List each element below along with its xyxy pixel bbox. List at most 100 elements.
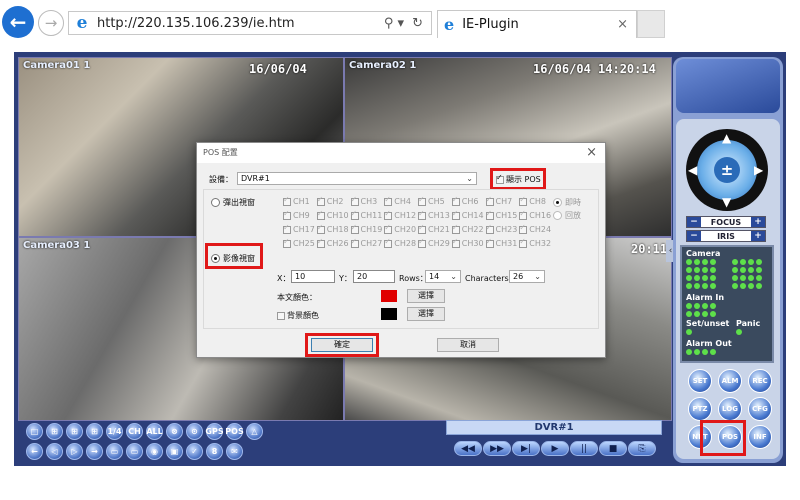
channel-checkbox[interactable]: CH24 xyxy=(519,223,553,234)
function-button[interactable]: REC xyxy=(748,369,772,393)
channel-checkbox[interactable]: CH1 xyxy=(283,195,317,206)
function-button[interactable]: ALM xyxy=(718,369,742,393)
y-input[interactable]: 20 xyxy=(353,270,395,283)
focus-minus-button[interactable]: − xyxy=(687,217,701,227)
channel-checkbox[interactable]: CH16 xyxy=(519,209,553,220)
channel-checkbox[interactable]: CH22 xyxy=(451,223,486,234)
channel-checkbox[interactable]: CH2 xyxy=(316,195,351,206)
text-color-select-button[interactable]: 選擇 xyxy=(407,289,445,303)
left-arrow-icon[interactable]: ◀ xyxy=(688,163,697,177)
function-button[interactable]: LOG xyxy=(718,397,742,421)
channel-checkbox[interactable]: CH21 xyxy=(418,223,452,234)
iris-control[interactable]: − IRIS + xyxy=(686,230,766,242)
channel-checkbox[interactable]: CH23 xyxy=(485,223,520,234)
toolbar-button[interactable]: → xyxy=(86,443,103,460)
toolbar-button[interactable]: ✓ xyxy=(186,443,203,460)
channel-checkbox[interactable]: CH28 xyxy=(384,237,418,248)
toolbar-button[interactable]: ⊙ xyxy=(186,423,203,440)
channel-checkbox[interactable]: CH27 xyxy=(350,237,385,248)
bg-color-select-button[interactable]: 選擇 xyxy=(407,307,445,321)
ptz-joystick[interactable]: ▲ ▼ ◀ ▶ ± xyxy=(686,129,768,211)
characters-select[interactable]: 26 ⌄ xyxy=(509,270,545,283)
channel-checkbox[interactable]: CH30 xyxy=(451,237,486,248)
toolbar-button[interactable]: ⊞ xyxy=(66,423,83,440)
tab-close-icon[interactable]: × xyxy=(617,17,628,32)
toolbar-button[interactable]: ▭ xyxy=(106,443,123,460)
show-pos-checkbox[interactable]: 顯示 POS xyxy=(496,173,541,185)
toolbar-button[interactable]: ▷ xyxy=(66,443,83,460)
iris-plus-button[interactable]: + xyxy=(751,231,765,241)
video-window-radio[interactable]: 影像視窗 xyxy=(211,253,255,264)
playback-button[interactable]: ■ xyxy=(599,441,627,456)
device-select[interactable]: DVR#1 ⌄ xyxy=(237,172,477,185)
channel-checkbox[interactable]: CH29 xyxy=(418,237,452,248)
toolbar-button[interactable]: ✉ xyxy=(226,443,243,460)
channel-checkbox[interactable]: CH13 xyxy=(418,209,452,220)
toolbar-button[interactable]: ⊞ xyxy=(86,423,103,440)
channel-checkbox[interactable]: CH19 xyxy=(350,223,385,234)
new-tab-button[interactable] xyxy=(637,10,665,38)
up-arrow-icon[interactable]: ▲ xyxy=(722,131,731,145)
toolbar-button[interactable]: POS xyxy=(225,423,244,440)
toolbar-button[interactable]: ⊗ xyxy=(166,423,183,440)
function-button[interactable]: INF xyxy=(748,425,772,449)
playback-button[interactable]: ▶| xyxy=(512,441,540,456)
ok-button[interactable]: 確定 xyxy=(311,338,373,352)
channel-checkbox[interactable]: CH32 xyxy=(519,237,553,248)
iris-minus-button[interactable]: − xyxy=(687,231,701,241)
toolbar-button[interactable]: △ xyxy=(246,423,263,440)
playback-button[interactable]: ▶▶ xyxy=(483,441,511,456)
toolbar-button[interactable]: 8 xyxy=(206,443,223,460)
channel-checkbox[interactable]: CH8 xyxy=(519,195,553,206)
channel-checkbox[interactable]: CH3 xyxy=(350,195,385,206)
function-button[interactable]: SET xyxy=(688,369,712,393)
toolbar-button[interactable]: GPS xyxy=(205,423,224,440)
back-button[interactable]: ← xyxy=(2,6,34,38)
channel-checkbox[interactable]: CH14 xyxy=(451,209,486,220)
channel-checkbox[interactable]: CH17 xyxy=(283,223,317,234)
toolbar-button[interactable]: □ xyxy=(26,423,43,440)
bg-color-checkbox[interactable]: 背景顏色 xyxy=(277,310,319,321)
tab-ie-plugin[interactable]: e IE-Plugin × xyxy=(437,10,637,38)
down-arrow-icon[interactable]: ▼ xyxy=(722,195,731,209)
channel-checkbox[interactable]: CH5 xyxy=(418,195,452,206)
channel-checkbox[interactable]: CH10 xyxy=(316,209,351,220)
channel-checkbox[interactable]: CH11 xyxy=(350,209,385,220)
channel-checkbox[interactable]: CH6 xyxy=(451,195,486,206)
x-input[interactable]: 10 xyxy=(291,270,335,283)
toolbar-button[interactable]: ▣ xyxy=(166,443,183,460)
focus-control[interactable]: − FOCUS + xyxy=(686,216,766,228)
channel-checkbox[interactable]: CH20 xyxy=(384,223,418,234)
toolbar-button[interactable]: ◁ xyxy=(46,443,63,460)
refresh-icon[interactable]: ↻ xyxy=(412,16,423,31)
forward-button[interactable]: → xyxy=(38,10,64,36)
toolbar-button[interactable]: 1/4 xyxy=(106,423,123,440)
playback-button[interactable]: || xyxy=(570,441,598,456)
function-button[interactable]: PTZ xyxy=(688,397,712,421)
playback-button[interactable]: ⎘ xyxy=(628,441,656,456)
channel-checkbox[interactable]: CH31 xyxy=(485,237,520,248)
channel-checkbox[interactable]: CH18 xyxy=(316,223,351,234)
realtime-radio[interactable]: 即時 xyxy=(553,197,581,208)
toolbar-button[interactable]: ◉ xyxy=(146,443,163,460)
cancel-button[interactable]: 取消 xyxy=(437,338,499,352)
channel-checkbox[interactable]: CH15 xyxy=(485,209,520,220)
channel-checkbox[interactable]: CH7 xyxy=(485,195,520,206)
toolbar-button[interactable]: ⊞ xyxy=(46,423,63,440)
playback-button[interactable]: ◀◀ xyxy=(454,441,482,456)
channel-checkbox[interactable]: CH12 xyxy=(384,209,418,220)
playback-button[interactable]: ▶ xyxy=(541,441,569,456)
toolbar-button[interactable]: ← xyxy=(26,443,43,460)
zoom-plus-minus-icon[interactable]: ± xyxy=(714,157,740,183)
address-bar[interactable]: e http://220.135.106.239/ie.htm ⚲ ▾ ↻ xyxy=(68,11,432,35)
function-button[interactable]: CFG xyxy=(748,397,772,421)
toolbar-button[interactable]: ALL xyxy=(146,423,163,440)
right-arrow-icon[interactable]: ▶ xyxy=(754,163,763,177)
channel-checkbox[interactable]: CH26 xyxy=(316,237,351,248)
channel-checkbox[interactable]: CH4 xyxy=(384,195,418,206)
playback-radio[interactable]: 回放 xyxy=(553,210,581,221)
focus-plus-button[interactable]: + xyxy=(751,217,765,227)
popup-window-radio[interactable]: 彈出視窗 xyxy=(211,197,255,208)
toolbar-button[interactable]: ▭ xyxy=(126,443,143,460)
channel-checkbox[interactable]: CH9 xyxy=(283,209,317,220)
